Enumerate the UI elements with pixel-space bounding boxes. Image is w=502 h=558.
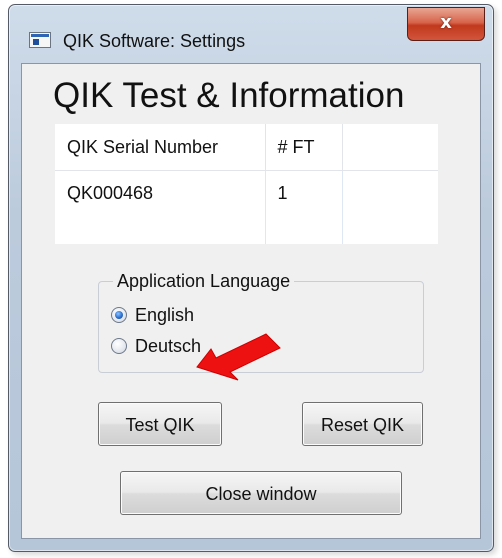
radio-english[interactable]: English bbox=[111, 303, 194, 327]
window-title: QIK Software: Settings bbox=[63, 31, 246, 51]
application-window-icon bbox=[29, 32, 51, 48]
close-window-button[interactable]: Close window bbox=[120, 471, 402, 515]
app-icon-bar bbox=[31, 34, 49, 37]
close-x-icon: x bbox=[440, 12, 452, 33]
radio-deutsch-label: Deutsch bbox=[135, 335, 202, 356]
title-bar[interactable]: QIK Software: Settings x bbox=[9, 5, 493, 61]
qik-info-table: QIK Serial Number # FT QK000468 1 bbox=[55, 124, 438, 244]
application-language-group: Application Language English Deutsch bbox=[98, 269, 424, 373]
client-area: QIK Test & Information QIK Serial Number… bbox=[21, 63, 481, 539]
column-header-empty[interactable] bbox=[342, 124, 438, 171]
cell-ft-count: 1 bbox=[265, 170, 343, 244]
page-heading: QIK Test & Information bbox=[53, 76, 405, 115]
radio-button-selected-icon[interactable] bbox=[111, 307, 127, 323]
cell-empty bbox=[342, 171, 438, 245]
column-header-ft[interactable]: # FT bbox=[265, 124, 343, 171]
table-row[interactable]: QK000468 1 bbox=[55, 170, 438, 245]
column-header-serial[interactable]: QIK Serial Number bbox=[55, 124, 266, 171]
radio-dot-icon bbox=[115, 311, 123, 319]
radio-english-label: English bbox=[135, 304, 195, 325]
reset-qik-button[interactable]: Reset QIK bbox=[302, 402, 423, 446]
radio-deutsch[interactable]: Deutsch bbox=[111, 334, 201, 358]
language-group-legend: Application Language bbox=[113, 269, 295, 293]
cell-serial-number: QK000468 bbox=[55, 170, 266, 244]
radio-button-unselected-icon[interactable] bbox=[111, 338, 127, 354]
settings-window: QIK Software: Settings x QIK Test & Info… bbox=[8, 4, 494, 552]
close-window-x-button[interactable]: x bbox=[407, 7, 485, 41]
table-header-row: QIK Serial Number # FT bbox=[55, 124, 438, 171]
app-icon-block bbox=[33, 39, 39, 45]
test-qik-button[interactable]: Test QIK bbox=[98, 402, 222, 446]
